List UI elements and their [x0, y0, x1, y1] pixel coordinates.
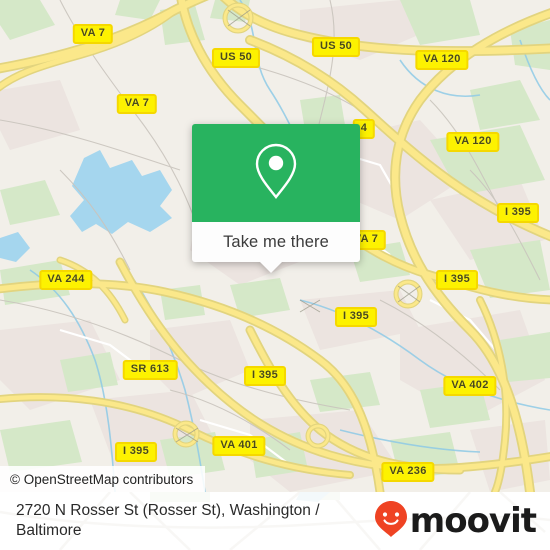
moovit-pin-icon	[374, 500, 408, 543]
callout-action-area[interactable]: Take me there	[192, 222, 360, 262]
road-shield: I 395	[436, 270, 478, 290]
road-shield: VA 402	[443, 376, 497, 396]
map-pin-icon	[253, 142, 299, 205]
footer-bar: 2720 N Rosser St (Rosser St), Washington…	[0, 492, 550, 550]
attribution-text: © OpenStreetMap contributors	[10, 471, 194, 487]
callout-tail-icon	[260, 262, 282, 273]
road-shield: VA 7	[72, 24, 114, 44]
road-shield: I 395	[244, 366, 286, 386]
road-shield: I 395	[335, 307, 377, 327]
location-address: 2720 N Rosser St (Rosser St), Washington…	[16, 502, 320, 539]
road-shield: SR 613	[122, 360, 178, 380]
map-attribution: © OpenStreetMap contributors	[0, 466, 206, 492]
road-shield: VA 120	[446, 132, 500, 152]
take-me-there-label: Take me there	[223, 232, 329, 251]
road-shield: US 50	[211, 48, 261, 68]
road-shield: I 395	[115, 442, 157, 462]
footer-content: 2720 N Rosser St (Rosser St), Washington…	[0, 492, 550, 550]
moovit-map-screenshot: VA 7 US 50 US 50 VA 120 VA 7 4 VA 120 I 395 VA 7…	[0, 0, 550, 550]
road-shield: VA 244	[39, 270, 93, 290]
map-canvas[interactable]: VA 7 US 50 US 50 VA 120 VA 7 4 VA 120 I 395 VA 7…	[0, 0, 550, 492]
road-shield: I 395	[497, 203, 539, 223]
road-shield: VA 401	[212, 436, 266, 456]
callout-image-area	[192, 124, 360, 222]
road-shield: VA 120	[415, 50, 469, 70]
moovit-logo[interactable]: moovit	[374, 500, 537, 543]
road-shield: VA 236	[381, 462, 435, 482]
moovit-wordmark: moovit	[409, 501, 537, 541]
take-me-there-callout[interactable]: Take me there	[192, 124, 360, 273]
road-shield: VA 7	[116, 94, 158, 114]
road-shield: US 50	[311, 37, 361, 57]
